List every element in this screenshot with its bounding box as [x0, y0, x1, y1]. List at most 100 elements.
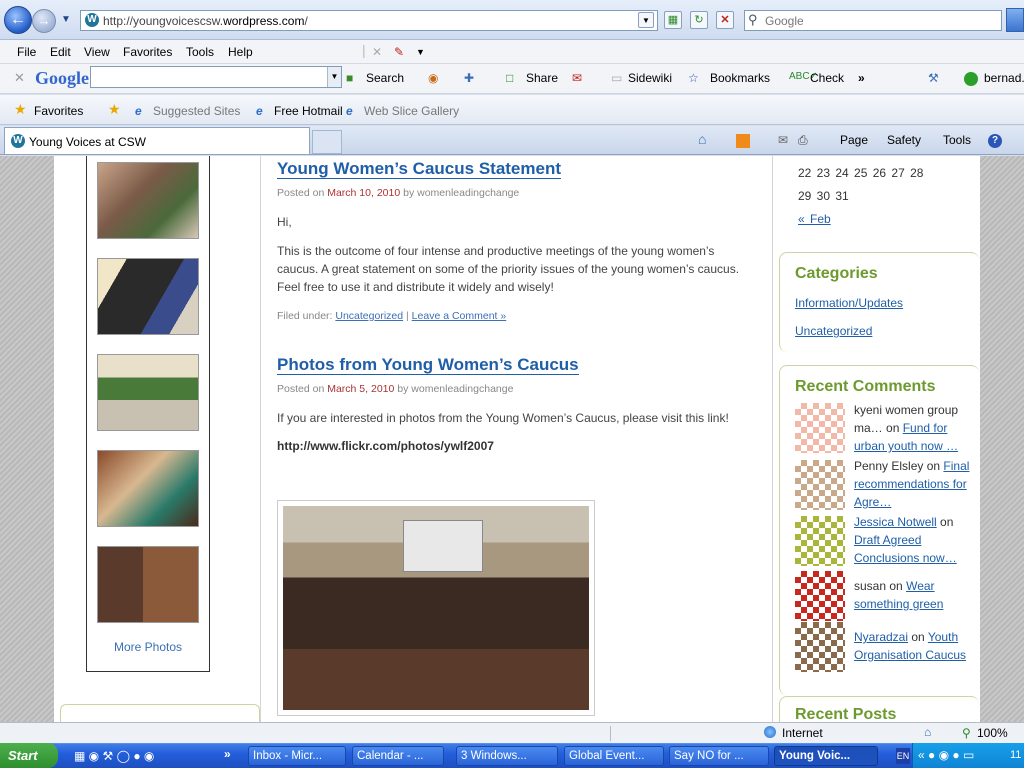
quicklaunch-more-icon[interactable]: » [224, 747, 231, 761]
post-date-link[interactable]: March 10, 2010 [327, 187, 400, 199]
google-search-dropdown-icon[interactable]: ▼ [327, 67, 341, 87]
google-search-icon: ■ [346, 71, 354, 85]
search-go-button[interactable] [1006, 8, 1024, 32]
compatibility-view-icon[interactable]: ▦ [664, 11, 682, 29]
language-indicator[interactable]: EN [896, 748, 910, 764]
menu-help[interactable]: Help [228, 45, 253, 59]
menu-favorites[interactable]: Favorites [123, 45, 172, 59]
caucus-photo[interactable] [277, 500, 595, 716]
category-link[interactable]: Uncategorized [335, 310, 403, 322]
taskbar-item-windows[interactable]: 3 Windows... [456, 746, 558, 766]
translate-dropdown-icon[interactable]: ▼ [416, 47, 425, 57]
toolbar-more-button[interactable]: » [858, 71, 865, 85]
photo-thumbnail[interactable] [97, 546, 199, 623]
comment-post-link[interactable]: Draft Agreed Conclusions now… [854, 533, 957, 565]
comment-author-link[interactable]: Nyaradzai [854, 630, 908, 644]
comment-author-link[interactable]: Jessica Notwell [854, 515, 937, 529]
free-hotmail-link[interactable]: Free Hotmail [274, 104, 343, 118]
recent-comment: Penny Elsley on Final recommendations fo… [854, 457, 978, 511]
user-account[interactable]: bernad. [984, 71, 1024, 85]
address-input[interactable]: W http://youngvoicescsw.wordpress.com/ [80, 10, 658, 31]
suggested-sites-link[interactable]: Suggested Sites [153, 104, 240, 118]
refresh-icon[interactable]: ↻ [690, 11, 708, 29]
read-mail-icon[interactable]: ✉ [778, 133, 788, 147]
flickr-link[interactable]: http://www.flickr.com/photos/ywlf2007 [277, 439, 494, 453]
taskbar-item-calendar[interactable]: Calendar - ... [352, 746, 444, 766]
bookmarks-button[interactable]: Bookmarks [710, 71, 770, 85]
zoom-icon: ⚲ [962, 726, 971, 740]
calendar-row: 29 30 31 [798, 189, 849, 203]
post-meta: Posted on March 10, 2010 by womenleading… [277, 187, 519, 199]
comment-author: Penny Elsley [854, 459, 924, 473]
address-dropdown-icon[interactable]: ▼ [638, 12, 654, 28]
more-photos-link[interactable]: More Photos [87, 640, 209, 654]
history-dropdown-icon[interactable]: ▼ [61, 14, 71, 25]
sidewiki-icon: ▭ [611, 71, 623, 85]
page-viewport: More Photos Young Women’s Caucus Stateme… [0, 156, 1024, 722]
home-icon[interactable]: ⌂ [698, 131, 706, 147]
internet-zone-icon [764, 726, 776, 738]
sidewiki-button[interactable]: Sidewiki [628, 71, 672, 85]
plus-icon[interactable]: ✚ [464, 71, 474, 85]
safety-menu[interactable]: Safety [887, 133, 921, 147]
translate-icon[interactable]: ✎ [394, 45, 404, 59]
prev-month-link[interactable]: « Feb [798, 212, 831, 226]
tray-icons[interactable]: « ● ◉ ● ▭ [918, 748, 974, 762]
quicklaunch-icons[interactable]: ▦ ◉ ⚒ ◯ ● ◉ [74, 749, 154, 763]
print-icon[interactable]: ⎙ [798, 133, 808, 148]
category-link[interactable]: Information/Updates [795, 296, 903, 310]
photo-sidebar: More Photos [86, 156, 210, 672]
google-search-button[interactable]: Search [366, 71, 404, 85]
start-button[interactable]: Start [0, 743, 58, 768]
mail-icon[interactable]: ✉ [572, 71, 582, 85]
feeds-icon[interactable] [736, 134, 750, 148]
photo-thumbnail[interactable] [97, 354, 199, 431]
filed-under-label: Filed under: [277, 310, 333, 322]
menu-tools[interactable]: Tools [186, 45, 214, 59]
new-tab-button[interactable] [312, 130, 342, 154]
forward-button[interactable]: → [32, 9, 56, 33]
help-icon[interactable]: ? [988, 134, 1002, 148]
search-icon: ⚲ [748, 12, 758, 27]
web-slice-gallery-link[interactable]: Web Slice Gallery [364, 104, 459, 118]
taskbar-item-say-no[interactable]: Say NO for ... [669, 746, 769, 766]
comment-author: susan [854, 579, 887, 593]
wrench-icon[interactable]: ⚒ [928, 71, 939, 85]
photo-thumbnail[interactable] [97, 258, 199, 335]
post-body: This is the outcome of four intense and … [277, 244, 740, 294]
recent-comment: susan on Wear something green [854, 577, 978, 613]
post-title-link[interactable]: Photos from Young Women’s Caucus [277, 355, 579, 375]
taskbar-item-young-voices[interactable]: Young Voic... [774, 746, 878, 766]
post-title-link[interactable]: Young Women’s Caucus Statement [277, 159, 562, 179]
search-input[interactable]: ⚲ Google [744, 10, 1002, 31]
post-date-link[interactable]: March 5, 2010 [327, 383, 394, 395]
close-icon[interactable]: ✕ [372, 45, 382, 59]
photo-thumbnail[interactable] [97, 450, 199, 527]
google-logo: Google [35, 68, 89, 88]
menu-view[interactable]: View [84, 45, 110, 59]
post-author: by womenleadingchange [403, 187, 520, 199]
photo-thumbnail[interactable] [97, 162, 199, 239]
page-menu[interactable]: Page [840, 133, 868, 147]
check-button[interactable]: Check [810, 71, 844, 85]
share-button[interactable]: Share [526, 71, 558, 85]
tab-favicon-icon: W [11, 134, 25, 148]
zoom-level[interactable]: 100% [977, 726, 1008, 740]
add-favorite-icon[interactable]: ★ [108, 101, 121, 118]
google-search-input[interactable]: ▼ [90, 66, 342, 88]
stop-icon[interactable]: ✕ [716, 11, 734, 29]
category-link[interactable]: Uncategorized [795, 324, 872, 338]
menu-edit[interactable]: Edit [50, 45, 71, 59]
back-button[interactable]: ← [4, 6, 32, 34]
user-status-icon [964, 72, 978, 86]
taskbar-item-global-event[interactable]: Global Event... [564, 746, 664, 766]
favorites-button[interactable]: Favorites [34, 104, 83, 118]
leave-comment-link[interactable]: Leave a Comment » [412, 310, 507, 322]
taskbar-item-inbox[interactable]: Inbox - Micr... [248, 746, 346, 766]
google-toolbar-close-icon[interactable]: ✕ [14, 70, 25, 86]
tools-menu[interactable]: Tools [943, 133, 971, 147]
menu-file[interactable]: File [17, 45, 36, 59]
tab-young-voices[interactable]: W Young Voices at CSW [4, 127, 310, 154]
pagerank-icon[interactable]: ◉ [428, 71, 438, 85]
protected-mode-icon[interactable]: ⌂ [924, 725, 931, 739]
